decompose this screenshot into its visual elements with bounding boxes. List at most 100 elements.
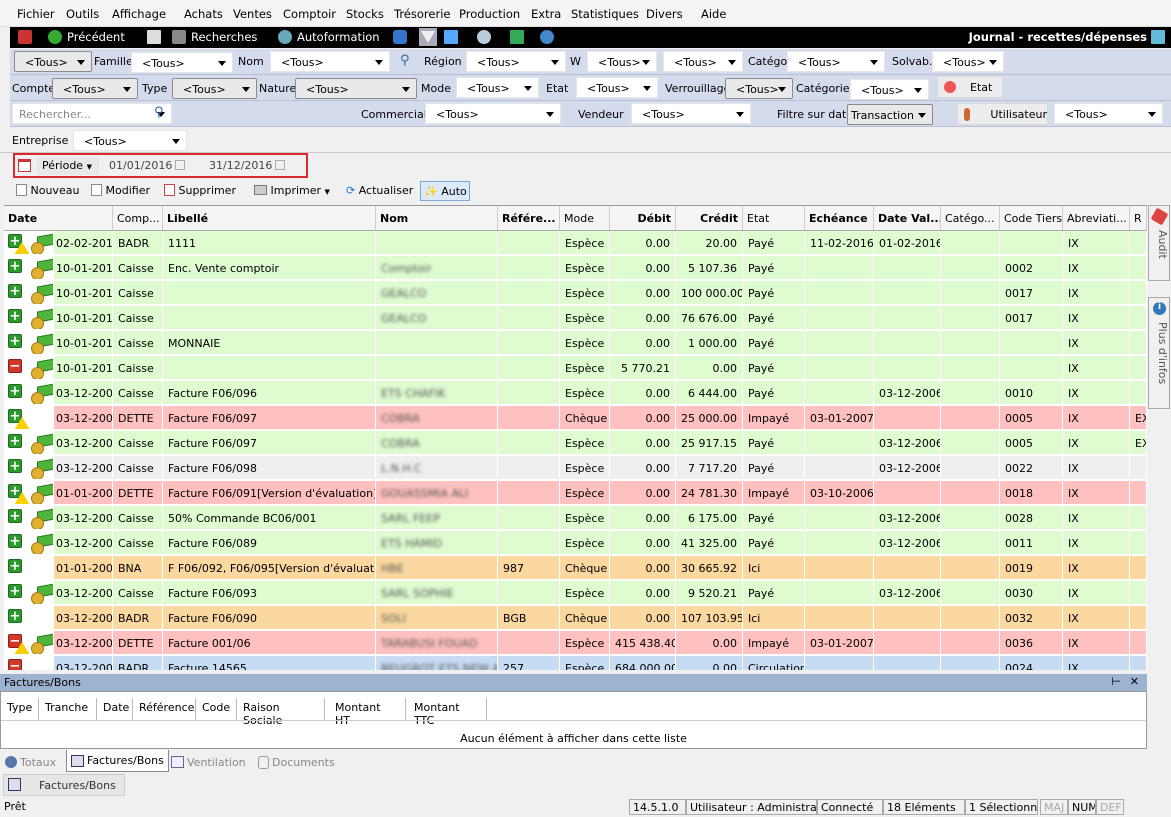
excel-icon[interactable]	[510, 30, 524, 44]
magnifier-icon[interactable]: ⚲	[154, 105, 164, 120]
column-header[interactable]: Date	[4, 206, 113, 231]
search-input[interactable]: Rechercher...	[12, 103, 172, 124]
type-select[interactable]: <Tous>	[172, 78, 257, 99]
region-select[interactable]: <Tous>	[466, 51, 566, 72]
autoformation-button[interactable]: Autoformation	[278, 30, 380, 44]
menu-stocks[interactable]: Stocks	[346, 7, 384, 21]
column-header[interactable]: Echéance	[805, 206, 874, 231]
menu-production[interactable]: Production	[459, 7, 520, 21]
menu-aide[interactable]: Aide	[701, 7, 726, 21]
date-picker-icon[interactable]	[275, 160, 285, 170]
audit-tab[interactable]: Audit	[1148, 205, 1170, 281]
menu-ventes[interactable]: Ventes	[233, 7, 272, 21]
table-row[interactable]: +03-12-2006 Caisse Facture F06/093 SARL SOP…	[4, 581, 1147, 606]
fb-col-type[interactable]: Type	[1, 698, 39, 720]
table-row[interactable]: +01-01-2006 DETTE Facture F06/091[Version …	[4, 481, 1147, 506]
menu-affichage[interactable]: Affichage	[112, 7, 166, 21]
pin-icon[interactable]: ⊢	[1111, 675, 1121, 688]
famille-select[interactable]: <Tous>	[131, 52, 233, 73]
tab-totaux[interactable]: Totaux	[5, 752, 56, 772]
date-picker-icon[interactable]	[175, 160, 185, 170]
table-row[interactable]: +10-01-2010 Caisse MONNAIE Espèce 0.00 1 000.…	[4, 331, 1147, 356]
column-header[interactable]: Code Tiers	[1000, 206, 1063, 231]
teamviewer-icon[interactable]	[393, 30, 407, 44]
searches-button[interactable]: Recherches	[172, 30, 257, 44]
column-header[interactable]: Crédit	[676, 206, 743, 231]
auto-toggle[interactable]: ✨ Auto	[420, 181, 470, 201]
column-header[interactable]: Etat	[743, 206, 805, 231]
column-header[interactable]: Nom	[376, 206, 498, 231]
column-header[interactable]: Référe...	[498, 206, 560, 231]
column-header[interactable]: Mode	[560, 206, 610, 231]
table-row[interactable]: +10-01-2010 Caisse Enc. Vente comptoir Comp…	[4, 256, 1147, 281]
table-row[interactable]: +03-12-2006 Caisse Facture F06/097 COBRA Esp…	[4, 431, 1147, 456]
home-icon[interactable]	[18, 30, 32, 44]
period-button[interactable]: Période ▼	[37, 157, 99, 175]
table-row[interactable]: −03-12-2006 DETTE Facture 001/06 TARABUSI F…	[4, 631, 1147, 656]
column-header[interactable]: Débit	[610, 206, 676, 231]
column-header[interactable]: Libellé	[163, 206, 376, 231]
menu-achats[interactable]: Achats	[184, 7, 223, 21]
fb-col-raison-sociale[interactable]: Raison Sociale	[237, 698, 325, 727]
preview-icon[interactable]	[147, 30, 161, 44]
table-row[interactable]: +10-01-2010 Caisse GEALCO Espèce 0.00 100 000…	[4, 281, 1147, 306]
solvab-select[interactable]: <Tous>	[932, 51, 1004, 72]
comment-icon[interactable]	[477, 30, 491, 44]
more-info-tab[interactable]: i Plus d'infos	[1148, 297, 1170, 409]
menu-fichier[interactable]: Fichier	[17, 7, 55, 21]
previous-button[interactable]: Précédent	[48, 30, 125, 44]
tab-documents[interactable]: Documents	[258, 752, 335, 772]
menu-extra[interactable]: Extra	[531, 7, 561, 21]
fb-col-montant-ht[interactable]: Montant HT	[325, 698, 406, 727]
menu-comptoir[interactable]: Comptoir	[283, 7, 336, 21]
refresh-button[interactable]: ⟳ Actualiser	[346, 184, 413, 197]
search-icon[interactable]: ⚲	[400, 53, 410, 68]
first-filter-select[interactable]: <Tous>	[14, 51, 92, 72]
commercial-select[interactable]: <Tous>	[425, 103, 561, 124]
nature-select[interactable]: <Tous>	[295, 78, 417, 99]
column-header[interactable]: Catégo...	[941, 206, 1000, 231]
period-end-input[interactable]: 31/12/2016	[205, 157, 297, 175]
table-row[interactable]: +03-12-2006 Caisse 50% Commande BC06/001 SA…	[4, 506, 1147, 531]
mode-select[interactable]: <Tous>	[456, 77, 539, 98]
table-row[interactable]: +03-12-2006 Caisse Facture F06/096 ETS CHAF…	[4, 381, 1147, 406]
verrouillage-select[interactable]: <Tous>	[725, 78, 793, 99]
column-header[interactable]: Abreviati...	[1063, 206, 1130, 231]
nom-select[interactable]: <Tous>	[270, 51, 390, 72]
fb-col-reference[interactable]: Référence	[133, 698, 196, 720]
menu-outils[interactable]: Outils	[66, 7, 99, 21]
table-row[interactable]: +03-12-2006 BADR Facture F06/090 SOLI BGB Chè…	[4, 606, 1147, 631]
compte-select[interactable]: <Tous>	[52, 78, 138, 99]
filtre-date-select[interactable]: Transaction	[847, 104, 933, 125]
table-row[interactable]: +03-12-2006 DETTE Facture F06/097 COBRA Chèq…	[4, 406, 1147, 431]
table-row[interactable]: +03-12-2006 Caisse Facture F06/089 ETS HAMI…	[4, 531, 1147, 556]
menu-divers[interactable]: Divers	[646, 7, 683, 21]
column-header[interactable]: Comp...	[113, 206, 163, 231]
entreprise-select[interactable]: <Tous>	[73, 130, 187, 151]
w2-select[interactable]: <Tous>	[663, 51, 743, 72]
table-row[interactable]: − 10-01-2010 Caisse Espèce 5 770.21 0.00 Payé I…	[4, 356, 1147, 381]
menu-statistiques[interactable]: Statistiques	[571, 7, 639, 21]
help-icon[interactable]	[540, 30, 554, 44]
w-select[interactable]: <Tous>	[587, 51, 657, 72]
fb-col-code[interactable]: Code	[196, 698, 237, 720]
menu-tresorerie[interactable]: Trésorerie	[394, 7, 450, 21]
utilisateur-select[interactable]: <Tous>	[1054, 103, 1163, 124]
utilisateur-button[interactable]: Utilisateur	[957, 103, 1048, 125]
table-row[interactable]: +03-12-2006 Caisse Facture F06/098 L.N.H.C E…	[4, 456, 1147, 481]
catego-select[interactable]: <Tous>	[787, 51, 885, 72]
table-row[interactable]: − 03-12-2006 BADR Facture 14565 BEUGROT ETS …	[4, 656, 1147, 670]
vendeur-select[interactable]: <Tous>	[631, 103, 751, 124]
tab-ventilation[interactable]: Ventilation	[171, 752, 246, 772]
fb-col-montant-ttc[interactable]: Montant TTC	[406, 698, 487, 727]
column-header[interactable]: Date Val...	[874, 206, 941, 231]
fb-col-tranche[interactable]: Tranche	[39, 698, 97, 720]
document-tab-factures[interactable]: Factures/Bons	[3, 774, 125, 796]
close-icon[interactable]: ✕	[1130, 675, 1139, 688]
delete-button[interactable]: Supprimer	[164, 184, 236, 197]
categorie-select[interactable]: <Tous>	[850, 79, 929, 100]
column-header[interactable]: R	[1130, 206, 1147, 231]
panel-icon[interactable]	[444, 30, 458, 44]
edit-button[interactable]: Modifier	[91, 184, 150, 197]
period-start-input[interactable]: 01/01/2016	[105, 157, 197, 175]
